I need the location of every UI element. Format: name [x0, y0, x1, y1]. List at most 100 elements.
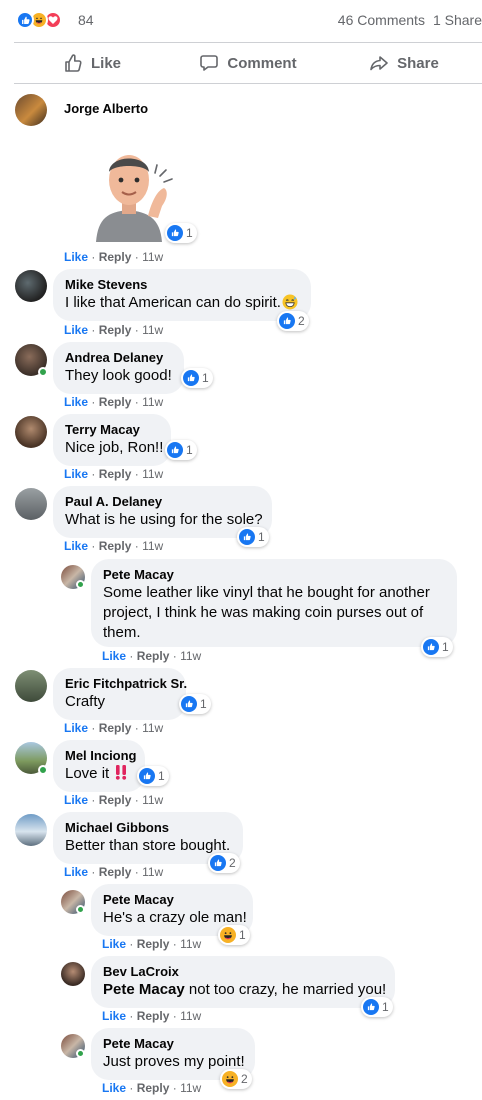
comment-author[interactable]: Pete Macay [103, 1036, 243, 1052]
share-button-label: Share [397, 54, 439, 72]
like-button[interactable]: Like [14, 43, 170, 83]
comment-timestamp[interactable]: 11w [142, 323, 163, 337]
comment-author[interactable]: Eric Fitchpatrick Sr. [65, 676, 187, 692]
avatar-paul-a-delaney[interactable] [15, 488, 47, 520]
like-link[interactable]: Like [64, 865, 88, 879]
reply-link[interactable]: Reply [99, 395, 132, 409]
like-link[interactable]: Like [102, 649, 126, 663]
comment-text: Nice job, Ron!! [65, 439, 164, 456]
comment-author[interactable]: Terry Macay [65, 422, 159, 438]
like-link[interactable]: Like [64, 250, 88, 264]
reaction-pill[interactable]: 1 [179, 694, 211, 714]
like-reaction-icon [423, 639, 439, 655]
comment-bubble: Mike Stevens I like that American can do… [53, 269, 311, 321]
reaction-pill[interactable]: 1 [165, 223, 197, 243]
reaction-pill[interactable]: 1 [137, 766, 169, 786]
comment-author[interactable]: Bev LaCroix [103, 964, 383, 980]
avatar-mike-stevens[interactable] [15, 270, 47, 302]
online-status-indicator [76, 1049, 85, 1058]
like-link[interactable]: Like [64, 721, 88, 735]
reaction-count: 1 [186, 226, 193, 240]
like-reaction-icon [279, 313, 295, 329]
like-reaction-icon [139, 768, 155, 784]
like-link[interactable]: Like [64, 793, 88, 807]
reply-link[interactable]: Reply [137, 937, 170, 951]
reaction-pill[interactable]: 1 [361, 997, 393, 1017]
comment-author[interactable]: Andrea Delaney [65, 350, 172, 366]
avatar-jorge-alberto[interactable] [15, 94, 47, 126]
reaction-pill[interactable]: 1 [181, 368, 213, 388]
online-status-indicator [76, 580, 85, 589]
reply-link[interactable]: Reply [137, 649, 170, 663]
reaction-count[interactable]: 84 [78, 12, 94, 28]
reaction-pill[interactable]: 2 [208, 853, 240, 873]
reaction-count: 1 [186, 443, 193, 457]
reaction-icons[interactable] [16, 11, 62, 29]
like-link[interactable]: Like [64, 467, 88, 481]
comment-timestamp[interactable]: 11w [180, 937, 201, 951]
avatar-bev-lacroix[interactable] [61, 962, 85, 986]
reaction-count: 1 [158, 769, 165, 783]
comment-timestamp[interactable]: 11w [180, 649, 201, 663]
reply-link[interactable]: Reply [137, 1081, 170, 1095]
reply-link[interactable]: Reply [99, 721, 132, 735]
reaction-count: 1 [382, 1000, 389, 1014]
like-link[interactable]: Like [102, 1009, 126, 1023]
comment-author[interactable]: Mike Stevens [65, 277, 299, 293]
comment-timestamp[interactable]: 11w [142, 721, 163, 735]
double-exclamation-emoji [116, 765, 127, 780]
like-link[interactable]: Like [102, 937, 126, 951]
avatar-eric-fitchpatrick[interactable] [15, 670, 47, 702]
comment-timestamp[interactable]: 11w [142, 793, 163, 807]
comment-author[interactable]: Pete Macay [103, 892, 241, 908]
comment-timestamp[interactable]: 11w [142, 539, 163, 553]
online-status-indicator [76, 905, 85, 914]
avatar-terry-macay[interactable] [15, 416, 47, 448]
like-reaction-icon [16, 11, 34, 29]
avatar-michael-gibbons[interactable] [15, 814, 47, 846]
comment-author[interactable]: Michael Gibbons [65, 820, 231, 836]
reaction-pill[interactable]: 2 [277, 311, 309, 331]
like-reaction-icon [167, 225, 183, 241]
comment-timestamp[interactable]: 11w [180, 1009, 201, 1023]
share-arrow-icon [370, 56, 388, 71]
comment-meta: Like · Reply · 11w [64, 793, 164, 807]
reaction-count: 2 [298, 314, 305, 328]
comment-text: I like that American can do spirit. [65, 293, 299, 313]
comment-meta: Like · Reply · 11w [102, 649, 202, 663]
reaction-count: 1 [442, 640, 449, 654]
comment-author[interactable]: Pete Macay [103, 567, 445, 583]
reaction-pill[interactable]: 2 [220, 1069, 252, 1089]
comment-timestamp[interactable]: 11w [142, 395, 163, 409]
reaction-pill[interactable]: 1 [237, 527, 269, 547]
share-count-link[interactable]: 1 Share [433, 12, 482, 28]
mention-link[interactable]: Pete Macay [103, 981, 185, 998]
comment-timestamp[interactable]: 11w [180, 1081, 201, 1095]
reply-link[interactable]: Reply [99, 250, 132, 264]
reaction-pill[interactable]: 1 [218, 925, 250, 945]
like-link[interactable]: Like [64, 323, 88, 337]
comment-text: Crafty [65, 693, 106, 710]
comment-button[interactable]: Comment [170, 43, 326, 83]
comment-timestamp[interactable]: 11w [142, 467, 163, 481]
post-summary-bar: 84 46 Comments 1 Share [0, 0, 482, 40]
comment-count-link[interactable]: 46 Comments [338, 12, 425, 28]
reaction-pill[interactable]: 1 [421, 637, 453, 657]
reply-link[interactable]: Reply [99, 467, 132, 481]
comment-author[interactable]: Paul A. Delaney [65, 494, 260, 510]
comment-timestamp[interactable]: 11w [142, 250, 163, 264]
reply-link[interactable]: Reply [99, 539, 132, 553]
like-link[interactable]: Like [102, 1081, 126, 1095]
like-link[interactable]: Like [64, 395, 88, 409]
reply-link[interactable]: Reply [99, 323, 132, 337]
like-link[interactable]: Like [64, 539, 88, 553]
comment-author[interactable]: Jorge Alberto [64, 101, 148, 116]
reaction-pill[interactable]: 1 [165, 440, 197, 460]
share-button[interactable]: Share [326, 43, 482, 83]
reply-link[interactable]: Reply [137, 1009, 170, 1023]
reply-link[interactable]: Reply [99, 793, 132, 807]
comment-author[interactable]: Mel Inciong [65, 748, 137, 764]
reply-link[interactable]: Reply [99, 865, 132, 879]
comment-timestamp[interactable]: 11w [142, 865, 163, 879]
reaction-count: 2 [229, 856, 236, 870]
